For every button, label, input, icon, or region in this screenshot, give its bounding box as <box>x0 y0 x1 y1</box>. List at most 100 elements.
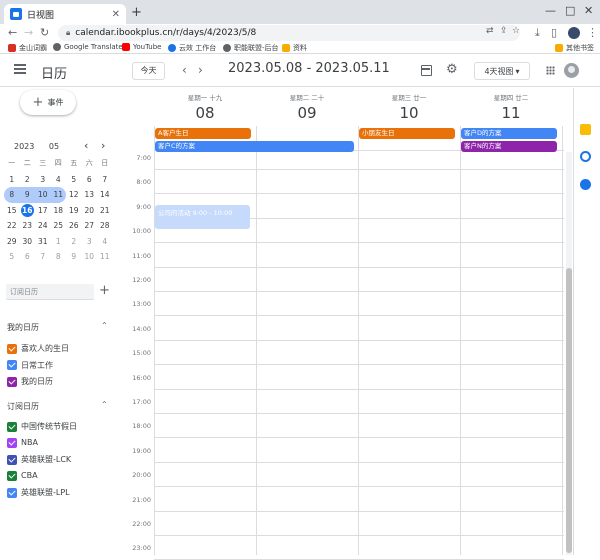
download-icon[interactable]: ⤓ <box>535 26 540 40</box>
minimize-icon[interactable]: — <box>545 4 556 17</box>
mini-calendar-day[interactable]: 19 <box>66 203 82 219</box>
chevron-up-icon[interactable]: ⌃ <box>101 400 108 409</box>
previous-period-icon[interactable]: ‹ <box>182 63 187 77</box>
mini-calendar-day[interactable]: 2 <box>20 172 36 188</box>
mini-calendar-day[interactable]: 27 <box>82 218 98 234</box>
mini-calendar-day[interactable]: 3 <box>35 172 51 188</box>
sidebar-icon[interactable]: ▯ <box>551 26 557 39</box>
mini-calendar-day[interactable]: 24 <box>35 218 51 234</box>
all-day-event-chip[interactable]: 客户N的方案 <box>461 141 557 152</box>
mini-calendar-day[interactable]: 1 <box>4 172 20 188</box>
all-day-event-chip[interactable]: 小朋友生日 <box>359 128 455 139</box>
mini-calendar-day[interactable]: 10 <box>35 187 51 203</box>
all-day-event-chip[interactable]: 客户C的方案 <box>155 141 354 152</box>
calendar-list-item[interactable]: 日常工作 <box>7 360 53 371</box>
subscribed-calendars-title[interactable]: 订阅日历 <box>7 401 39 412</box>
calendar-picker-icon[interactable] <box>421 65 432 76</box>
mini-calendar-day[interactable]: 5 <box>4 249 20 265</box>
mini-calendar-day[interactable]: 16 <box>20 203 36 219</box>
all-day-event-chip[interactable]: A客户生日 <box>155 128 251 139</box>
today-button[interactable]: 今天 <box>132 62 165 80</box>
calendar-list-item[interactable]: 我的日历 <box>7 376 53 387</box>
mini-calendar-day[interactable]: 11 <box>97 249 113 265</box>
mini-calendar-day[interactable]: 8 <box>51 249 67 265</box>
browser-tab[interactable]: 日视图 ✕ <box>4 4 126 24</box>
timed-event[interactable]: 公司的活动 9:00 - 10:00 <box>155 205 250 229</box>
mini-calendar-day[interactable]: 4 <box>97 234 113 250</box>
next-period-icon[interactable]: › <box>198 63 203 77</box>
settings-gear-icon[interactable]: ⚙ <box>446 62 458 77</box>
calendar-list-item[interactable]: 英雄联盟-LPL <box>7 487 70 498</box>
mini-calendar-day[interactable]: 10 <box>82 249 98 265</box>
calendar-list-item[interactable]: NBA <box>7 437 38 448</box>
mini-calendar-day[interactable]: 3 <box>82 234 98 250</box>
day-column-header[interactable]: 星期三 廿一 10 <box>358 88 460 150</box>
mini-calendar-day[interactable]: 5 <box>66 172 82 188</box>
bookmark-item[interactable]: 金山词霸 <box>8 43 47 53</box>
calendar-list-item[interactable]: 中国传统节假日 <box>7 421 77 432</box>
chevron-up-icon[interactable]: ⌃ <box>101 321 108 330</box>
mini-calendar-day[interactable]: 15 <box>4 203 20 219</box>
reload-icon[interactable]: ↻ <box>40 26 49 39</box>
mini-calendar-day[interactable]: 30 <box>20 234 36 250</box>
mini-calendar-day[interactable]: 7 <box>35 249 51 265</box>
mini-calendar-day[interactable]: 4 <box>51 172 67 188</box>
forward-icon[interactable]: → <box>24 26 33 39</box>
checkbox-icon[interactable] <box>7 343 17 354</box>
share-icon[interactable]: ⇪ <box>500 26 508 36</box>
mini-calendar-day[interactable]: 14 <box>97 187 113 203</box>
mini-calendar-day[interactable]: 25 <box>51 218 67 234</box>
scrollbar-thumb[interactable] <box>566 268 572 553</box>
mini-calendar-day[interactable]: 9 <box>66 249 82 265</box>
mini-calendar-day[interactable]: 2 <box>66 234 82 250</box>
mini-calendar-day[interactable]: 8 <box>4 187 20 203</box>
checkbox-icon[interactable] <box>7 454 17 465</box>
bookmark-item[interactable]: 云效 工作台 <box>168 43 216 53</box>
calendar-list-item[interactable]: 英雄联盟-LCK <box>7 454 71 465</box>
maximize-icon[interactable]: □ <box>565 4 575 17</box>
profile-avatar[interactable] <box>568 27 580 39</box>
checkbox-icon[interactable] <box>7 487 17 498</box>
mini-calendar-day[interactable]: 17 <box>35 203 51 219</box>
checkbox-icon[interactable] <box>7 360 17 370</box>
mini-calendar-day[interactable]: 18 <box>51 203 67 219</box>
user-avatar[interactable] <box>564 63 579 78</box>
main-menu-icon[interactable] <box>14 64 26 74</box>
mini-calendar-day[interactable]: 29 <box>4 234 20 250</box>
mini-calendar-day[interactable]: 22 <box>4 218 20 234</box>
all-day-event-chip[interactable]: 客户D的方案 <box>461 128 557 139</box>
close-window-icon[interactable]: ✕ <box>584 4 593 17</box>
new-tab-icon[interactable]: + <box>131 5 142 20</box>
mini-calendar-day[interactable]: 31 <box>35 234 51 250</box>
keep-notes-icon[interactable] <box>580 124 591 135</box>
view-selector[interactable]: 4天视图 ▾ <box>474 62 530 80</box>
mini-calendar-day[interactable]: 6 <box>82 172 98 188</box>
other-bookmarks[interactable]: 其他书签 <box>555 43 594 53</box>
mini-calendar-day[interactable]: 9 <box>19 187 35 203</box>
mini-calendar-day[interactable]: 21 <box>97 203 113 219</box>
mini-calendar-day[interactable]: 1 <box>51 234 67 250</box>
subscribe-calendar-input[interactable]: 订阅日历 <box>6 284 94 300</box>
mini-calendar-day[interactable]: 26 <box>66 218 82 234</box>
mini-calendar-day[interactable]: 12 <box>66 187 82 203</box>
mini-calendar-day[interactable]: 23 <box>20 218 36 234</box>
bookmark-star-icon[interactable]: ☆ <box>512 26 520 36</box>
mini-calendar-day[interactable]: 6 <box>20 249 36 265</box>
checkbox-icon[interactable] <box>7 437 17 448</box>
contacts-icon[interactable] <box>580 179 591 190</box>
checkbox-icon[interactable] <box>7 421 17 432</box>
my-calendars-title[interactable]: 我的日历 <box>7 322 39 333</box>
close-tab-icon[interactable]: ✕ <box>112 9 120 20</box>
apps-grid-icon[interactable] <box>546 66 555 75</box>
translate-icon[interactable]: ⇄ <box>486 26 494 36</box>
mini-calendar-day[interactable]: 20 <box>82 203 98 219</box>
back-icon[interactable]: ← <box>8 26 17 39</box>
address-bar[interactable]: 🔒︎ calendar.ibookplus.cn/r/days/4/2023/5… <box>58 25 520 41</box>
bookmark-item[interactable]: 资料 <box>282 43 307 53</box>
checkbox-icon[interactable] <box>7 376 17 387</box>
bookmark-item[interactable]: Google Translate <box>53 43 123 51</box>
bookmark-item[interactable]: 职能联盟-后台 <box>223 43 279 53</box>
more-menu-icon[interactable]: ⋮ <box>587 26 598 39</box>
mini-calendar-day[interactable]: 28 <box>97 218 113 234</box>
create-event-button[interactable]: + 事件 <box>20 90 76 115</box>
